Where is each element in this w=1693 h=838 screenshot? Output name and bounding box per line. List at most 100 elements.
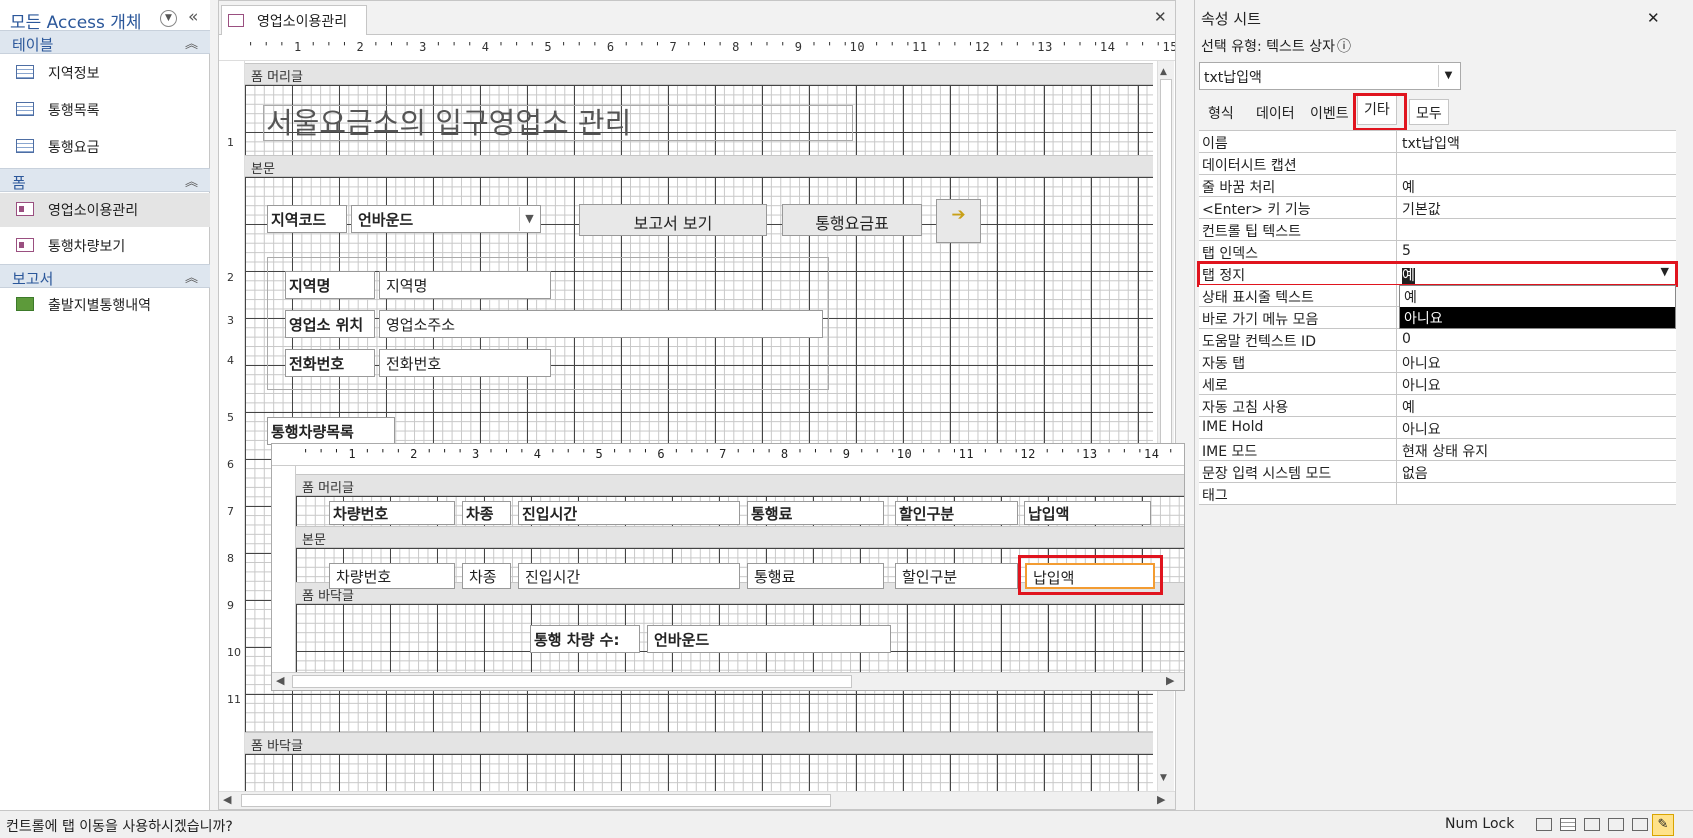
nav-item-form-office[interactable]: 영업소이용관리 [0, 193, 210, 227]
property-row[interactable]: 이름 txt납입액 [1199, 131, 1676, 153]
fee-table-button[interactable]: 통행요금표 [782, 204, 922, 236]
scroll-left-icon[interactable]: ◀ [223, 793, 231, 806]
scroll-left-icon[interactable]: ◀ [276, 674, 284, 687]
close-icon[interactable]: ✕ [1647, 9, 1660, 27]
tab-event[interactable]: 이벤트 [1303, 99, 1356, 125]
subform-ruler[interactable]: ' ' ' 1 ' ' ' 2 ' ' ' 3 ' ' ' 4 ' ' ' 5 … [272, 444, 1184, 466]
property-value[interactable]: 5 [1399, 241, 1675, 263]
dropdown-option[interactable]: 예 [1400, 286, 1675, 307]
form-footer-band[interactable]: 폼 바닥글 [245, 732, 1153, 754]
property-value[interactable]: 현재 상태 유지 [1399, 439, 1675, 461]
property-value[interactable] [1399, 153, 1675, 175]
office-location-label[interactable]: 영업소 위치 [285, 310, 375, 338]
sub-header-entry-time[interactable]: 진입시간 [518, 501, 740, 525]
property-row[interactable]: IME 모드 현재 상태 유지 [1199, 439, 1676, 461]
vertical-ruler[interactable]: 1 2 3 4 5 6 7 8 9 10 11 [219, 61, 245, 791]
property-value[interactable]: 기본값 [1399, 197, 1675, 219]
property-value[interactable] [1399, 483, 1675, 505]
layout-view-icon[interactable] [1584, 818, 1600, 831]
sub-header-paid[interactable]: 납입액 [1024, 501, 1151, 525]
property-row[interactable]: 자동 고침 사용 예 [1199, 395, 1676, 417]
datasheet-view-icon[interactable] [1560, 818, 1576, 831]
region-name-field[interactable]: 지역명 [379, 271, 551, 299]
phone-field[interactable]: 전화번호 [379, 349, 551, 377]
tab-format[interactable]: 형식 [1201, 99, 1241, 125]
chevron-up-icon[interactable]: ︽ [185, 267, 198, 286]
scroll-thumb[interactable] [292, 675, 852, 688]
property-value[interactable]: 예 [1399, 395, 1675, 417]
nav-item-table-region[interactable]: 지역정보 [0, 56, 210, 90]
property-row[interactable]: 자동 탭 아니요 [1199, 351, 1676, 373]
form-header-grid[interactable]: 서울요금소의 입구영업소 관리 [245, 85, 1153, 155]
exit-door-icon[interactable]: ➔ [936, 199, 981, 243]
region-name-label[interactable]: 지역명 [285, 271, 375, 299]
property-row[interactable]: 컨트롤 팁 텍스트 [1199, 219, 1676, 241]
property-row[interactable]: 문장 입력 시스템 모드 없음 [1199, 461, 1676, 483]
property-value[interactable]: txt납입액 [1399, 131, 1675, 153]
sub-field-toll[interactable]: 통행료 [747, 563, 884, 589]
scroll-up-icon[interactable]: ▲ [1160, 67, 1167, 77]
sub-count-label[interactable]: 통행 차량 수: [530, 625, 640, 653]
tab-data[interactable]: 데이터 [1249, 99, 1302, 125]
region-code-combo[interactable]: 언바운드 ▼ [351, 205, 541, 233]
sub-count-field[interactable]: 언바운드 [647, 625, 891, 653]
nav-group-forms[interactable]: 폼 ︽ [0, 168, 210, 192]
property-row[interactable]: 줄 바꿈 처리 예 [1199, 175, 1676, 197]
office-location-field[interactable]: 영업소주소 [379, 310, 823, 338]
tab-stop-dropdown-list[interactable]: 예 아니요 [1399, 285, 1676, 329]
nav-item-form-vehicles[interactable]: 통행차량보기 [0, 229, 210, 263]
horizontal-scrollbar[interactable]: ◀ ▶ [219, 791, 1175, 809]
subform-header-band[interactable]: 폼 머리글 [296, 474, 1184, 496]
close-icon[interactable]: ✕ [1154, 8, 1167, 26]
sub-field-car-type[interactable]: 차종 [462, 563, 511, 589]
property-row[interactable]: 데이터시트 캡션 [1199, 153, 1676, 175]
sub-header-toll[interactable]: 통행료 [747, 501, 884, 525]
nav-group-tables[interactable]: 테이블 ︽ [0, 30, 210, 54]
subform-label[interactable]: 통행차량목록 [267, 417, 395, 445]
subform-horizontal-scrollbar[interactable]: ◀ ▶ [272, 672, 1184, 690]
property-row[interactable]: 탭 인덱스 5 [1199, 241, 1676, 263]
property-row[interactable]: 세로 아니요 [1199, 373, 1676, 395]
scroll-thumb[interactable] [241, 794, 831, 807]
property-value[interactable]: 0 [1399, 329, 1675, 351]
scroll-down-icon[interactable]: ▼ [1160, 773, 1167, 783]
chevron-up-icon[interactable]: ︽ [185, 171, 198, 190]
subform-vertical-ruler[interactable] [272, 466, 296, 672]
nav-group-reports[interactable]: 보고서 ︽ [0, 264, 210, 288]
property-value[interactable]: 아니요 [1399, 373, 1675, 395]
form-view-icon[interactable] [1536, 818, 1552, 831]
dropdown-option-highlighted[interactable]: 아니요 [1400, 307, 1675, 328]
scroll-right-icon[interactable]: ▶ [1157, 793, 1165, 806]
subform-detail-band[interactable]: 본문 [296, 526, 1184, 548]
sub-field-car-number[interactable]: 차량번호 [329, 563, 455, 589]
horizontal-ruler[interactable]: ' ' ' 1 ' ' ' 2 ' ' ' 3 ' ' ' 4 ' ' ' 5 … [219, 35, 1175, 61]
property-value[interactable] [1399, 219, 1675, 241]
sub-field-discount[interactable]: 할인구분 [895, 563, 1018, 589]
chart-view-icon[interactable] [1632, 818, 1648, 831]
sub-field-entry-time[interactable]: 진입시간 [518, 563, 740, 589]
phone-label[interactable]: 전화번호 [285, 349, 375, 377]
property-row[interactable]: <Enter> 키 기능 기본값 [1199, 197, 1676, 219]
sub-header-car-number[interactable]: 차량번호 [329, 501, 455, 525]
nav-item-table-fee[interactable]: 통행요금 [0, 130, 210, 164]
form-title[interactable]: 서울요금소의 입구영업소 관리 [263, 105, 853, 141]
property-row[interactable]: IME Hold 아니요 [1199, 417, 1676, 439]
scroll-right-icon[interactable]: ▶ [1166, 674, 1174, 687]
property-value[interactable]: 없음 [1399, 461, 1675, 483]
property-value[interactable]: 아니요 [1399, 351, 1675, 373]
subform-control[interactable]: ' ' ' 1 ' ' ' 2 ' ' ' 3 ' ' ' 4 ' ' ' 5 … [271, 443, 1185, 691]
tab-all[interactable]: 모두 [1409, 99, 1449, 125]
form-header-band[interactable]: 폼 머리글 [245, 63, 1153, 85]
region-code-label[interactable]: 지역코드 [267, 205, 347, 233]
collapse-icon[interactable]: « [188, 7, 198, 27]
property-row[interactable]: 도움말 컨텍스트 ID 0 [1199, 329, 1676, 351]
detail-band[interactable]: 본문 [245, 155, 1153, 177]
report-view-button[interactable]: 보고서 보기 [579, 204, 767, 236]
property-value[interactable]: 예 [1399, 175, 1675, 197]
control-selector[interactable]: txt납입액 ▼ [1199, 62, 1461, 90]
chevron-down-icon[interactable]: ▼ [519, 207, 539, 231]
nav-item-report[interactable]: 출발지별통행내역 [0, 288, 210, 322]
design-view-icon[interactable]: ✎ [1652, 814, 1674, 836]
chevron-down-icon[interactable]: ▼ [1438, 65, 1458, 87]
form-footer-grid[interactable] [245, 754, 1153, 791]
